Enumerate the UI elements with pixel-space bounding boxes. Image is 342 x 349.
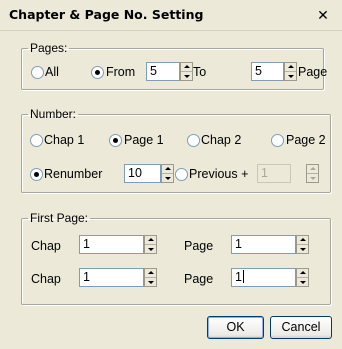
row2-chap-input[interactable]: 1 <box>79 268 144 287</box>
number-chap2-label: Chap 2 <box>201 133 242 147</box>
number-page1-radio[interactable] <box>109 134 122 147</box>
number-chap1-label: Chap 1 <box>44 133 85 147</box>
row1-chap-spinner[interactable] <box>144 235 157 254</box>
spin-down-icon[interactable] <box>145 278 156 286</box>
row2-page-label: Page <box>184 272 214 286</box>
spin-up-icon[interactable] <box>285 63 296 72</box>
row2-page-value: 1 <box>235 270 242 284</box>
text-caret <box>242 270 244 283</box>
number-chap1-radio[interactable] <box>30 134 43 147</box>
row2-chap-label: Chap <box>31 272 61 286</box>
spin-down-icon[interactable] <box>162 174 173 182</box>
row1-chap-label: Chap <box>31 239 61 253</box>
row1-chap-input[interactable]: 1 <box>79 235 144 254</box>
to-page-spinner[interactable] <box>284 62 297 81</box>
number-page2-label: Page 2 <box>286 133 326 147</box>
spin-up-icon[interactable] <box>145 236 156 245</box>
pages-all-radio[interactable] <box>31 66 44 79</box>
row1-page-input[interactable]: 1 <box>231 235 296 254</box>
row1-page-spinner[interactable] <box>296 235 309 254</box>
spin-up-icon[interactable] <box>181 63 192 72</box>
previous-radio[interactable] <box>175 168 188 181</box>
number-page2-radio[interactable] <box>271 134 284 147</box>
pages-to-label: To <box>193 65 207 79</box>
spin-down-icon[interactable] <box>285 72 296 80</box>
first-page-group: First Page: <box>21 212 331 305</box>
pages-legend: Pages: <box>30 41 68 55</box>
number-chap2-radio[interactable] <box>187 134 200 147</box>
spin-up-icon[interactable] <box>297 236 308 245</box>
renumber-input[interactable]: 10 <box>124 164 161 183</box>
spin-up-icon[interactable] <box>307 165 318 174</box>
spin-down-icon[interactable] <box>297 245 308 253</box>
spin-down-icon[interactable] <box>181 72 192 80</box>
from-page-input[interactable]: 5 <box>146 62 180 81</box>
spin-down-icon[interactable] <box>297 278 308 286</box>
renumber-label: Renumber <box>44 167 103 181</box>
row2-page-input[interactable]: 1 <box>231 268 296 287</box>
pages-from-label: From <box>106 65 136 79</box>
number-legend: Number: <box>30 107 77 121</box>
row1-page-label: Page <box>184 239 214 253</box>
renumber-spinner[interactable] <box>161 164 174 183</box>
title-bar: Chapter & Page No. Setting ✕ <box>0 0 342 31</box>
close-icon[interactable]: ✕ <box>313 6 333 24</box>
previous-label: Previous + <box>189 167 249 181</box>
cancel-button[interactable]: Cancel <box>270 316 332 339</box>
pages-from-radio[interactable] <box>91 66 104 79</box>
spin-up-icon[interactable] <box>297 269 308 278</box>
first-page-legend: First Page: <box>30 211 89 225</box>
spin-up-icon[interactable] <box>145 269 156 278</box>
window-title: Chapter & Page No. Setting <box>9 7 204 22</box>
to-page-input[interactable]: 5 <box>251 62 284 81</box>
spin-up-icon[interactable] <box>162 165 173 174</box>
row2-page-spinner[interactable] <box>296 268 309 287</box>
row2-chap-spinner[interactable] <box>144 268 157 287</box>
previous-input[interactable]: 1 <box>257 164 291 183</box>
spin-down-icon[interactable] <box>145 245 156 253</box>
previous-spinner[interactable] <box>306 164 319 183</box>
pages-all-label: All <box>45 65 59 79</box>
renumber-radio[interactable] <box>30 168 43 181</box>
from-page-spinner[interactable] <box>180 62 193 81</box>
spin-down-icon[interactable] <box>307 174 318 182</box>
ok-button[interactable]: OK <box>207 316 264 339</box>
pages-page-label: Page <box>298 65 328 79</box>
number-page1-label: Page 1 <box>124 133 164 147</box>
